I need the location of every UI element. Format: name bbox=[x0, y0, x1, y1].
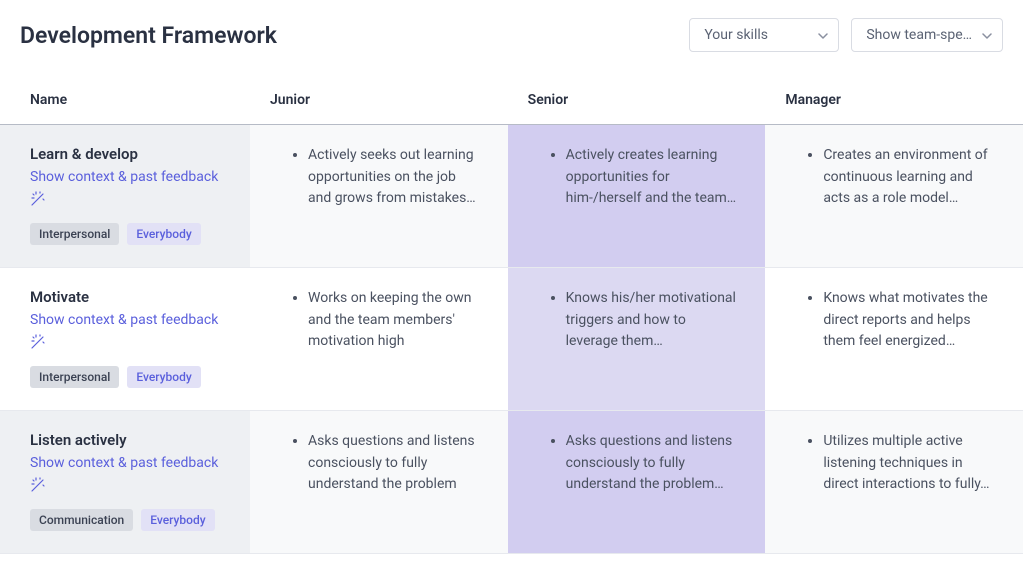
level-description: Creates an environment of continuous lea… bbox=[823, 145, 995, 210]
level-description: Actively creates learning opportunities … bbox=[566, 145, 738, 210]
junior-cell: Actively seeks out learning opportunitie… bbox=[250, 125, 508, 268]
feedback-link[interactable]: Show context & past feedback bbox=[30, 455, 232, 471]
skill-name-cell: Listen actively Show context & past feed… bbox=[0, 411, 250, 554]
table-row: Listen actively Show context & past feed… bbox=[0, 411, 1023, 554]
level-description: Asks questions and listens consciously t… bbox=[308, 431, 480, 496]
skill-name: Listen actively bbox=[30, 431, 232, 449]
framework-table: Name Junior Senior Manager Learn & devel… bbox=[0, 76, 1023, 554]
magic-wand-icon[interactable] bbox=[30, 334, 46, 354]
level-description: Knows what motivates the direct reports … bbox=[823, 288, 995, 353]
team-filter-dropdown[interactable]: Show team-spe… bbox=[851, 18, 1003, 52]
magic-wand-icon[interactable] bbox=[30, 477, 46, 497]
senior-cell: Actively creates learning opportunities … bbox=[508, 125, 766, 268]
feedback-link[interactable]: Show context & past feedback bbox=[30, 312, 232, 328]
column-header-senior: Senior bbox=[508, 76, 766, 125]
skill-name: Learn & develop bbox=[30, 145, 232, 163]
audience-tag[interactable]: Everybody bbox=[127, 223, 200, 245]
senior-cell: Asks questions and listens consciously t… bbox=[508, 411, 766, 554]
level-description: Asks questions and listens consciously t… bbox=[566, 431, 738, 496]
senior-cell: Knows his/her motivational triggers and … bbox=[508, 268, 766, 411]
audience-tag[interactable]: Everybody bbox=[141, 509, 214, 531]
chevron-down-icon bbox=[818, 27, 828, 43]
level-description: Works on keeping the own and the team me… bbox=[308, 288, 480, 353]
page-title: Development Framework bbox=[20, 22, 277, 49]
category-tag[interactable]: Interpersonal bbox=[30, 366, 119, 388]
junior-cell: Works on keeping the own and the team me… bbox=[250, 268, 508, 411]
column-header-name: Name bbox=[0, 76, 250, 125]
skills-dropdown[interactable]: Your skills bbox=[689, 18, 839, 52]
skill-name-cell: Learn & develop Show context & past feed… bbox=[0, 125, 250, 268]
table-row: Learn & develop Show context & past feed… bbox=[0, 125, 1023, 268]
feedback-link[interactable]: Show context & past feedback bbox=[30, 169, 232, 185]
category-tag[interactable]: Communication bbox=[30, 509, 133, 531]
skill-tags: Interpersonal Everybody bbox=[30, 223, 232, 245]
column-header-manager: Manager bbox=[765, 76, 1023, 125]
skill-tags: Communication Everybody bbox=[30, 509, 232, 531]
skill-name: Motivate bbox=[30, 288, 232, 306]
header-dropdowns: Your skills Show team-spe… bbox=[689, 18, 1003, 52]
manager-cell: Creates an environment of continuous lea… bbox=[765, 125, 1023, 268]
level-description: Actively seeks out learning opportunitie… bbox=[308, 145, 480, 210]
chevron-down-icon bbox=[982, 27, 992, 43]
manager-cell: Utilizes multiple active listening techn… bbox=[765, 411, 1023, 554]
manager-cell: Knows what motivates the direct reports … bbox=[765, 268, 1023, 411]
skill-tags: Interpersonal Everybody bbox=[30, 366, 232, 388]
level-description: Knows his/her motivational triggers and … bbox=[566, 288, 738, 353]
skill-name-cell: Motivate Show context & past feedback In… bbox=[0, 268, 250, 411]
level-description: Utilizes multiple active listening techn… bbox=[823, 431, 995, 496]
magic-wand-icon[interactable] bbox=[30, 191, 46, 211]
table-row: Motivate Show context & past feedback In… bbox=[0, 268, 1023, 411]
junior-cell: Asks questions and listens consciously t… bbox=[250, 411, 508, 554]
skills-dropdown-label: Your skills bbox=[704, 27, 768, 43]
team-filter-dropdown-label: Show team-spe… bbox=[866, 27, 972, 43]
column-header-junior: Junior bbox=[250, 76, 508, 125]
category-tag[interactable]: Interpersonal bbox=[30, 223, 119, 245]
audience-tag[interactable]: Everybody bbox=[127, 366, 200, 388]
